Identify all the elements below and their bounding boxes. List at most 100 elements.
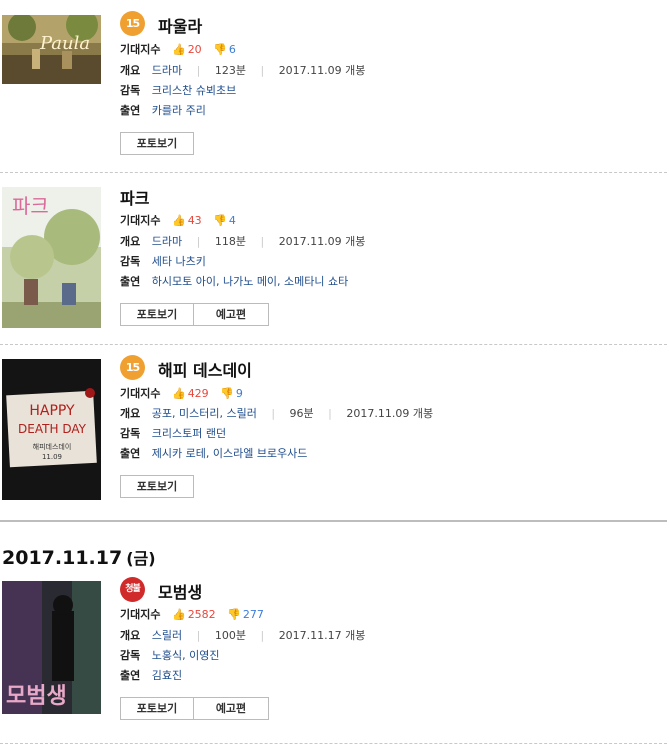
- date-heading-day: (금): [126, 549, 156, 568]
- dislike-count[interactable]: 👎 277: [227, 608, 264, 621]
- thumbs-down-icon: 👎: [227, 608, 241, 621]
- like-value: 43: [187, 214, 202, 227]
- cast-label: 출연: [120, 104, 141, 117]
- cast-link[interactable]: 김효진: [152, 669, 182, 682]
- cast-label: 출연: [120, 447, 141, 460]
- director-row: 감독 크리스토퍼 랜던: [120, 427, 226, 441]
- thumbs-up-icon: 👍: [171, 43, 186, 56]
- poster-title-text: 모범생: [6, 684, 67, 709]
- runtime: 118분: [214, 235, 246, 248]
- photo-button[interactable]: 포토보기: [120, 132, 194, 155]
- trailer-button[interactable]: 예고편: [194, 303, 269, 326]
- movie-title[interactable]: 해피 데스데이: [158, 357, 252, 381]
- date-heading-date: 2017.11.17: [2, 547, 123, 569]
- runtime: 96분: [289, 407, 314, 420]
- age-rating-badge: 15: [120, 11, 145, 36]
- button-group: 포토보기: [120, 475, 194, 498]
- divider: [0, 172, 667, 173]
- button-group: 포토보기: [120, 132, 194, 155]
- thumbs-down-icon: 👎: [220, 387, 234, 400]
- cast-link[interactable]: 카를라 주리: [152, 104, 206, 117]
- dislike-value: 4: [228, 214, 236, 227]
- cast-row: 출연 김효진: [120, 669, 182, 683]
- like-count[interactable]: 👍 2582: [172, 608, 216, 621]
- age-rating-badge: 청불: [120, 577, 145, 602]
- expect-row: 기대지수 👍 20 👎 6: [120, 43, 236, 57]
- divider: [0, 743, 667, 744]
- poster-date-text: 11.09: [42, 453, 62, 461]
- photo-button[interactable]: 포토보기: [120, 303, 194, 326]
- director-link[interactable]: 크리스토퍼 랜던: [152, 427, 226, 440]
- photo-button[interactable]: 포토보기: [120, 475, 194, 498]
- director-link[interactable]: 세타 나츠키: [152, 255, 206, 268]
- dislike-value: 277: [242, 608, 264, 621]
- director-row: 감독 노홍식, 이영진: [120, 649, 219, 663]
- director-row: 감독 크리스찬 슈뵈초브: [120, 84, 236, 98]
- thumbs-up-icon: 👍: [171, 387, 186, 400]
- button-group: 포토보기 예고편: [120, 697, 269, 720]
- photo-button[interactable]: 포토보기: [120, 697, 194, 720]
- like-value: 2582: [187, 608, 216, 621]
- cast-link[interactable]: 제시카 로테, 이스라엘 브로우사드: [152, 447, 308, 460]
- runtime: 100분: [214, 629, 246, 642]
- expect-label: 기대지수: [120, 387, 161, 400]
- movie-poster[interactable]: HAPPY DEATH DAY 해피데스데이 11.09: [2, 359, 101, 500]
- director-link[interactable]: 크리스찬 슈뵈초브: [152, 84, 236, 97]
- dislike-count[interactable]: 👎 9: [220, 387, 243, 400]
- dislike-count[interactable]: 👎 6: [213, 43, 236, 56]
- release-date: 2017.11.17 개봉: [278, 629, 366, 642]
- director-label: 감독: [120, 255, 141, 268]
- summary-row: 개요 공포, 미스터리, 스릴러 | 96분 | 2017.11.09 개봉: [120, 407, 434, 420]
- genre-link[interactable]: 드라마: [152, 235, 182, 248]
- expect-row: 기대지수 👍 429 👎 9: [120, 387, 243, 401]
- summary-label: 개요: [120, 407, 141, 420]
- genre-link[interactable]: 스릴러: [152, 629, 182, 642]
- director-label: 감독: [120, 427, 141, 440]
- cast-link[interactable]: 하시모토 아이, 나가노 메이, 소메타니 쇼타: [152, 275, 349, 288]
- thumbs-up-icon: 👍: [171, 214, 186, 227]
- genre-link[interactable]: 드라마: [152, 64, 182, 77]
- director-row: 감독 세타 나츠키: [120, 255, 206, 269]
- movie-title[interactable]: 모범생: [158, 579, 202, 603]
- director-label: 감독: [120, 649, 141, 662]
- thumbs-up-icon: 👍: [171, 608, 186, 621]
- release-date-heading: 2017.11.17 (금): [2, 545, 156, 569]
- director-link[interactable]: 노홍식, 이영진: [152, 649, 220, 662]
- runtime: 123분: [214, 64, 246, 77]
- like-value: 20: [187, 43, 202, 56]
- date-divider: [0, 520, 667, 522]
- like-count[interactable]: 👍 429: [172, 387, 209, 400]
- expect-row: 기대지수 👍 2582 👎 277: [120, 608, 264, 622]
- summary-label: 개요: [120, 629, 141, 642]
- poster-title-text: HAPPY: [29, 403, 75, 419]
- like-value: 429: [187, 387, 209, 400]
- summary-row: 개요 드라마 | 123분 | 2017.11.09 개봉: [120, 64, 366, 77]
- like-count[interactable]: 👍 20: [172, 43, 202, 56]
- summary-row: 개요 스릴러 | 100분 | 2017.11.17 개봉: [120, 629, 366, 642]
- dislike-value: 9: [235, 387, 243, 400]
- age-rating-badge: 15: [120, 355, 145, 380]
- movie-poster[interactable]: 파크: [2, 187, 101, 328]
- expect-label: 기대지수: [120, 43, 161, 56]
- button-group: 포토보기 예고편: [120, 303, 269, 326]
- summary-label: 개요: [120, 235, 141, 248]
- summary-row: 개요 드라마 | 118분 | 2017.11.09 개봉: [120, 235, 366, 248]
- director-label: 감독: [120, 84, 141, 97]
- poster-title-text: 파크: [12, 194, 49, 218]
- cast-row: 출연 제시카 로테, 이스라엘 브로우사드: [120, 447, 307, 461]
- movie-poster[interactable]: 모범생: [2, 581, 101, 714]
- dislike-count[interactable]: 👎 4: [213, 214, 236, 227]
- trailer-button[interactable]: 예고편: [194, 697, 269, 720]
- divider: [0, 344, 667, 345]
- dislike-value: 6: [228, 43, 236, 56]
- movie-poster[interactable]: Paula: [2, 15, 101, 84]
- expect-row: 기대지수 👍 43 👎 4: [120, 214, 236, 228]
- genre-link[interactable]: 공포, 미스터리, 스릴러: [152, 407, 257, 420]
- movie-title[interactable]: 파크: [120, 185, 149, 209]
- poster-title-text: DEATH DAY: [18, 422, 87, 436]
- like-count[interactable]: 👍 43: [172, 214, 202, 227]
- poster-subtitle-text: 해피데스데이: [33, 442, 72, 451]
- cast-label: 출연: [120, 669, 141, 682]
- movie-title[interactable]: 파울라: [158, 13, 202, 37]
- cast-label: 출연: [120, 275, 141, 288]
